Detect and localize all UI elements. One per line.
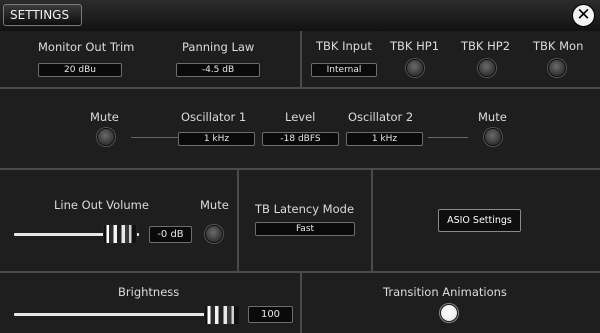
level-label: Level [285,110,316,124]
oscillator-mute-right-label: Mute [478,110,507,124]
divider-row1 [0,87,600,89]
brightness-value[interactable]: 100 [248,306,293,323]
oscillator-2-label: Oscillator 2 [348,110,414,124]
panning-law-value[interactable]: -4.5 dB [176,63,260,77]
tbk-hp2-toggle[interactable] [478,59,496,77]
line-out-mute-label: Mute [200,198,229,212]
tb-latency-mode-label: TB Latency Mode [255,202,355,216]
divider-lineout-latency [237,170,239,271]
divider-brightness-transitions [300,273,302,333]
line-out-mute-toggle[interactable] [205,225,223,243]
monitor-out-trim-value[interactable]: 20 dBu [38,63,122,77]
tbk-hp1-toggle[interactable] [406,59,424,77]
connector-right [428,137,468,138]
level-value[interactable]: -18 dBFS [262,132,339,146]
tbk-hp1-label: TBK HP1 [390,39,440,53]
line-out-volume-thumb[interactable] [103,224,137,244]
brightness-thumb[interactable] [204,305,240,325]
oscillator-2-value[interactable]: 1 kHz [346,132,423,146]
oscillator-mute-left-toggle[interactable] [97,128,115,146]
tbk-hp2-label: TBK HP2 [461,39,511,53]
tbk-mon-label: TBK Mon [533,39,584,53]
brightness-label: Brightness [118,285,180,299]
tb-latency-mode-value[interactable]: Fast [255,222,355,236]
monitor-out-trim-label: Monitor Out Trim [38,40,135,54]
transition-animations-label: Transition Animations [383,285,507,299]
line-out-volume-label: Line Out Volume [54,198,149,212]
divider-row2 [0,168,600,170]
oscillator-1-value[interactable]: 1 kHz [178,132,255,146]
close-icon[interactable]: ✕ [572,4,595,27]
tbk-mon-toggle[interactable] [548,59,566,77]
divider-monitor-tbk [300,31,302,87]
transition-animations-toggle[interactable] [440,304,458,322]
oscillator-mute-left-label: Mute [90,110,119,124]
divider-latency-asio [371,170,373,271]
tbk-input-value[interactable]: Internal [311,63,377,77]
panning-law-label: Panning Law [182,40,255,54]
title-bar: SETTINGS ✕ [0,0,600,31]
connector-left [131,137,178,138]
line-out-volume-value[interactable]: -0 dB [149,226,192,243]
asio-settings-button[interactable]: ASIO Settings [438,209,521,232]
tbk-input-label: TBK Input [316,39,372,53]
oscillator-mute-right-toggle[interactable] [484,128,502,146]
oscillator-1-label: Oscillator 1 [181,110,247,124]
window-title: SETTINGS [3,4,82,26]
